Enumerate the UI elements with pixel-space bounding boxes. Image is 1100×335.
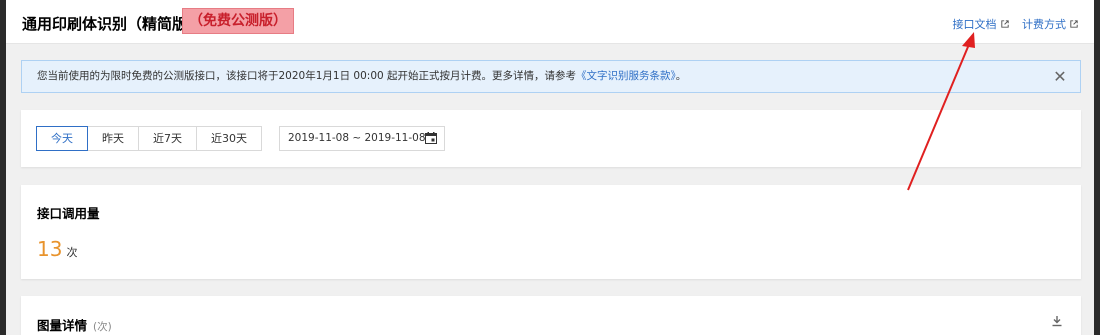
detail-card: 图量详情 (次)	[21, 296, 1081, 335]
service-terms-link[interactable]: 《文字识别服务条款》	[576, 70, 676, 82]
free-beta-badge: （免费公测版）	[182, 8, 294, 34]
api-docs-link[interactable]: 接口文档	[953, 16, 1009, 32]
detail-title-row: 图量详情 (次)	[37, 315, 112, 334]
page-header: 通用印刷体识别（精简版） （免费公测版） 接口文档 计费方式	[6, 0, 1094, 44]
tab-yesterday[interactable]: 昨天	[87, 126, 139, 151]
date-tabs: 今天 昨天 近7天 近30天	[36, 126, 262, 151]
download-icon[interactable]	[1051, 315, 1063, 327]
tab-today[interactable]: 今天	[36, 126, 88, 151]
detail-title: 图量详情	[37, 318, 88, 333]
tab-last-7-days[interactable]: 近7天	[138, 126, 197, 151]
usage-title: 接口调用量	[37, 206, 100, 221]
detail-unit: (次)	[93, 321, 112, 333]
usage-count: 13	[37, 237, 63, 261]
date-range-value: 2019-11-08 ~ 2019-11-08	[288, 132, 426, 144]
annotation-arrow	[907, 32, 975, 191]
external-link-icon	[1000, 20, 1009, 28]
api-usage-card: 接口调用量 13 次	[21, 185, 1081, 279]
pricing-label: 计费方式	[1022, 18, 1066, 31]
pricing-link[interactable]: 计费方式	[1022, 16, 1078, 32]
usage-value: 13 次	[37, 237, 77, 261]
header-links: 接口文档 计费方式	[943, 16, 1079, 32]
date-filter-card: 今天 昨天 近7天 近30天 2019-11-08 ~ 2019-11-08	[21, 110, 1081, 167]
window-frame-right	[1094, 0, 1100, 335]
page-title: 通用印刷体识别（精简版）	[22, 15, 203, 33]
window-frame-left	[0, 0, 6, 335]
usage-unit: 次	[66, 246, 78, 259]
notice-suffix: 。	[675, 70, 687, 82]
external-link-icon	[1070, 20, 1078, 28]
tab-last-30-days[interactable]: 近30天	[196, 126, 262, 151]
notice-text: 您当前使用的为限时免费的公测版接口，该接口将于2020年1月1日 00:00 起…	[37, 70, 577, 82]
calendar-icon	[425, 132, 437, 144]
notice-banner: 您当前使用的为限时免费的公测版接口，该接口将于2020年1月1日 00:00 起…	[21, 60, 1081, 93]
close-icon[interactable]: ✕	[1050, 67, 1070, 87]
api-docs-label: 接口文档	[952, 18, 997, 31]
date-range-picker[interactable]: 2019-11-08 ~ 2019-11-08	[279, 126, 445, 151]
